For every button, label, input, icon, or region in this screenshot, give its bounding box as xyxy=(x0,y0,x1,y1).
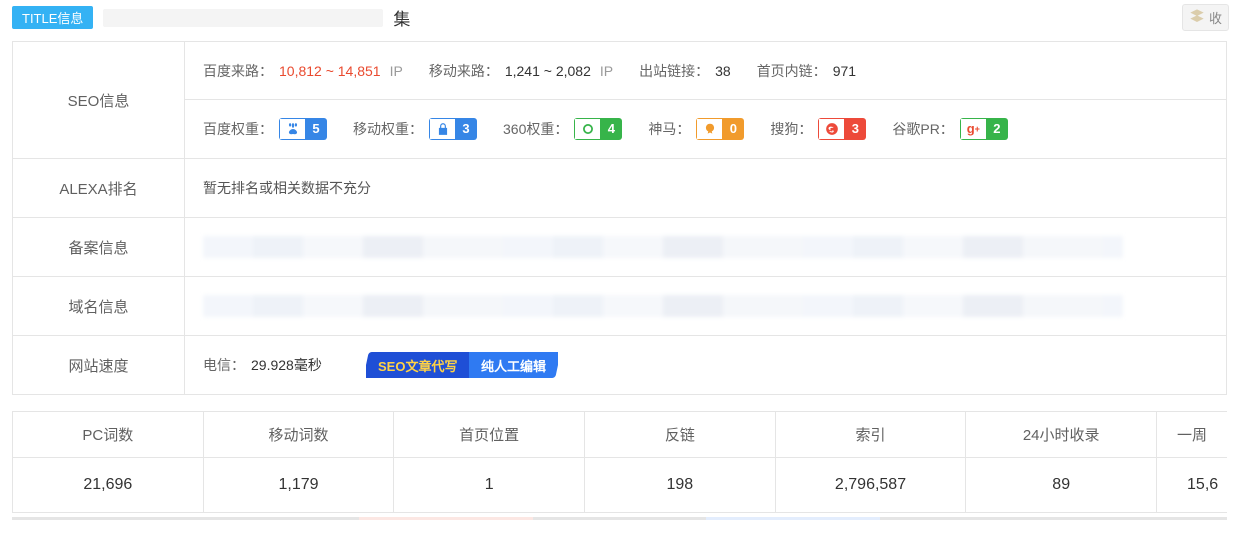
stats-head: 一周 xyxy=(1157,412,1227,458)
stats-head: 索引 xyxy=(776,412,966,458)
speed-isp-label: 电信： xyxy=(203,355,245,375)
google-icon: g+ xyxy=(960,118,986,140)
stats-val: 198 xyxy=(585,458,775,512)
beian-label: 备案信息 xyxy=(13,218,185,276)
baidu-weight-badge[interactable]: 5 xyxy=(279,118,327,140)
seo-traffic-row: 百度来路： 10,812 ~ 14,851 IP 移动来路： 1,241 ~ 2… xyxy=(185,42,1226,100)
baidu-weight-label: 百度权重： xyxy=(203,119,273,139)
stats-val: 1 xyxy=(394,458,584,512)
stats-head: 移动词数 xyxy=(204,412,394,458)
collect-label: 收 xyxy=(1209,8,1222,27)
title-redacted xyxy=(103,9,383,27)
collect-button[interactable]: 收 xyxy=(1182,4,1229,31)
shenma-icon xyxy=(696,118,722,140)
speed-label: 网站速度 xyxy=(13,336,185,394)
stats-val: 21,696 xyxy=(13,458,203,512)
beian-row: 备案信息 xyxy=(13,217,1226,276)
stats-table: PC词数 21,696 移动词数 1,179 首页位置 1 反链 198 索引 … xyxy=(12,411,1227,513)
mobile-paw-icon xyxy=(429,118,455,140)
title-row: TITLE信息 集 收 xyxy=(0,0,1239,41)
stats-head: PC词数 xyxy=(13,412,203,458)
speed-value: 29.928毫秒 xyxy=(251,355,322,375)
w360-weight-badge[interactable]: 4 xyxy=(574,118,622,140)
title-info-badge: TITLE信息 xyxy=(12,6,93,29)
seo-promo-left: SEO文章代写 xyxy=(366,352,469,378)
stats-val: 89 xyxy=(966,458,1156,512)
stats-col-index[interactable]: 索引 2,796,587 xyxy=(776,412,967,512)
sogou-icon xyxy=(818,118,844,140)
stats-head: 反链 xyxy=(585,412,775,458)
w360-weight-value: 4 xyxy=(600,118,622,140)
home-inlinks-label: 首页内链： xyxy=(757,61,827,81)
stats-head: 首页位置 xyxy=(394,412,584,458)
baidu-traffic: 百度来路： 10,812 ~ 14,851 IP xyxy=(203,61,403,81)
mobile-traffic-label: 移动来路： xyxy=(429,61,499,81)
w360-weight-label: 360权重： xyxy=(503,119,568,139)
baidu-weight-value: 5 xyxy=(305,118,327,140)
sogou-weight-badge[interactable]: 3 xyxy=(818,118,866,140)
google-pr: 谷歌PR： g+ 2 xyxy=(892,118,1007,140)
baidu-traffic-value: 10,812 ~ 14,851 xyxy=(279,63,381,79)
mobile-traffic: 移动来路： 1,241 ~ 2,082 IP xyxy=(429,61,613,81)
bottom-color-strip xyxy=(12,517,1227,520)
domain-row: 域名信息 xyxy=(13,276,1226,335)
baidu-paw-icon xyxy=(279,118,305,140)
sogou-weight-label: 搜狗： xyxy=(770,119,812,139)
shenma-weight-badge[interactable]: 0 xyxy=(696,118,744,140)
baidu-weight: 百度权重： 5 xyxy=(203,118,327,140)
outbound-links: 出站链接： 38 xyxy=(639,61,731,81)
home-inlinks-value: 971 xyxy=(833,63,856,79)
baidu-traffic-unit: IP xyxy=(387,63,403,79)
alexa-value: 暂无排名或相关数据不充分 xyxy=(203,178,371,198)
alexa-row: ALEXA排名 暂无排名或相关数据不充分 xyxy=(13,158,1226,217)
speed-row: 网站速度 电信： 29.928毫秒 SEO文章代写 纯人工编辑 xyxy=(13,335,1226,394)
seo-promo-banner[interactable]: SEO文章代写 纯人工编辑 xyxy=(363,352,561,378)
sogou-weight-value: 3 xyxy=(844,118,866,140)
google-pr-badge[interactable]: g+ 2 xyxy=(960,118,1008,140)
shenma-weight-label: 神马： xyxy=(648,119,690,139)
mobile-traffic-unit: IP xyxy=(597,63,613,79)
stats-col-backlinks[interactable]: 反链 198 xyxy=(585,412,776,512)
stack-icon xyxy=(1189,8,1205,27)
google-pr-label: 谷歌PR： xyxy=(892,119,953,139)
mobile-traffic-value: 1,241 ~ 2,082 xyxy=(505,63,591,79)
seo-row: SEO信息 百度来路： 10,812 ~ 14,851 IP 移动来路： 1,2… xyxy=(13,42,1226,158)
google-pr-value: 2 xyxy=(986,118,1008,140)
stats-val: 2,796,587 xyxy=(776,458,966,512)
stats-head: 24小时收录 xyxy=(966,412,1156,458)
seo-label: SEO信息 xyxy=(13,42,185,158)
stats-col-pc[interactable]: PC词数 21,696 xyxy=(13,412,204,512)
w360-weight: 360权重： 4 xyxy=(503,118,622,140)
stats-col-week[interactable]: 一周 15,6 xyxy=(1157,412,1227,512)
title-tail-text: 集 xyxy=(393,5,410,30)
shenma-weight-value: 0 xyxy=(722,118,744,140)
mobile-weight: 移动权重： 3 xyxy=(353,118,477,140)
mobile-weight-label: 移动权重： xyxy=(353,119,423,139)
domain-redacted xyxy=(203,295,1123,317)
stats-col-24h[interactable]: 24小时收录 89 xyxy=(966,412,1157,512)
stats-val: 1,179 xyxy=(204,458,394,512)
outbound-links-value: 38 xyxy=(715,63,731,79)
w360-icon xyxy=(574,118,600,140)
speed-isp: 电信： 29.928毫秒 xyxy=(203,355,322,375)
stats-col-mobile[interactable]: 移动词数 1,179 xyxy=(204,412,395,512)
mobile-weight-value: 3 xyxy=(455,118,477,140)
baidu-traffic-label: 百度来路： xyxy=(203,61,273,81)
sogou-weight: 搜狗： 3 xyxy=(770,118,866,140)
stats-col-homepos[interactable]: 首页位置 1 xyxy=(394,412,585,512)
info-table: SEO信息 百度来路： 10,812 ~ 14,851 IP 移动来路： 1,2… xyxy=(12,41,1227,395)
seo-weight-row: 百度权重： 5 移动权重： 3 360权重： xyxy=(185,100,1226,158)
alexa-label: ALEXA排名 xyxy=(13,159,185,217)
mobile-weight-badge[interactable]: 3 xyxy=(429,118,477,140)
shenma-weight: 神马： 0 xyxy=(648,118,744,140)
seo-promo-right: 纯人工编辑 xyxy=(469,352,558,378)
outbound-links-label: 出站链接： xyxy=(639,61,709,81)
beian-redacted xyxy=(203,236,1123,258)
home-inlinks: 首页内链： 971 xyxy=(757,61,856,81)
domain-label: 域名信息 xyxy=(13,277,185,335)
stats-val: 15,6 xyxy=(1157,458,1227,512)
